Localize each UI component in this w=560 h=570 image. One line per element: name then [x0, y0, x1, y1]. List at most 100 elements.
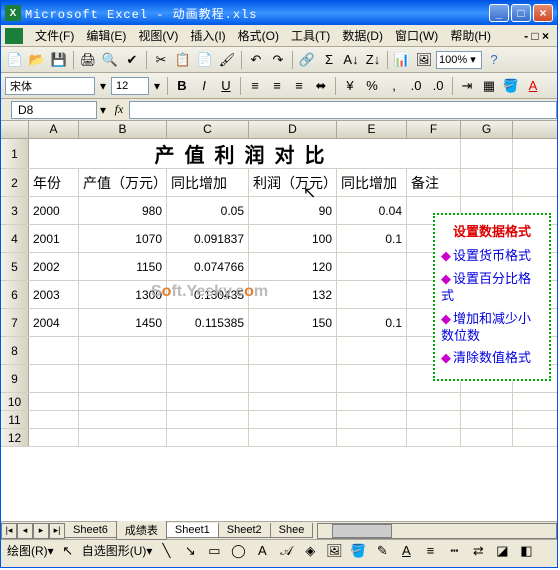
cell[interactable] [79, 411, 167, 428]
3d-icon[interactable]: ◧ [516, 541, 536, 561]
spell-icon[interactable]: ✔ [122, 50, 142, 70]
tab-first-icon[interactable]: |◂ [1, 523, 17, 539]
italic-icon[interactable]: I [194, 76, 214, 96]
cell[interactable]: 1300 [79, 281, 167, 308]
tab-last-icon[interactable]: ▸| [49, 523, 65, 539]
cell[interactable]: 1070 [79, 225, 167, 252]
row-header-1[interactable]: 1 [1, 139, 29, 168]
fontcolor2-icon[interactable]: A [396, 541, 416, 561]
minimize-button[interactable]: _ [489, 4, 509, 22]
underline-icon[interactable]: U [216, 76, 236, 96]
cell[interactable]: 0.04 [337, 197, 407, 224]
cell[interactable] [167, 393, 249, 410]
cell[interactable] [29, 429, 79, 446]
tab-next-icon[interactable]: ▸ [33, 523, 49, 539]
undo-icon[interactable]: ↶ [246, 50, 266, 70]
cell[interactable]: 2004 [29, 309, 79, 336]
header-output[interactable]: 产值（万元） [79, 169, 167, 196]
cell[interactable] [337, 411, 407, 428]
drawing-icon[interactable]: 🖼 [414, 50, 434, 70]
print-icon[interactable]: 🖨 [78, 50, 98, 70]
formula-input[interactable] [129, 101, 557, 119]
col-header-e[interactable]: E [337, 121, 407, 138]
merge-icon[interactable]: ⬌ [311, 76, 331, 96]
cell[interactable]: 980 [79, 197, 167, 224]
cell[interactable] [337, 365, 407, 392]
cell[interactable] [29, 411, 79, 428]
menu-view[interactable]: 视图(V) [132, 25, 184, 46]
row-header-2[interactable]: 2 [1, 169, 29, 196]
cell[interactable] [407, 393, 461, 410]
open-icon[interactable]: 📂 [27, 50, 47, 70]
name-box[interactable]: D8 [11, 101, 97, 119]
copy-icon[interactable]: 📋 [173, 50, 193, 70]
row-header-6[interactable]: 6 [1, 281, 29, 308]
maximize-button[interactable]: □ [511, 4, 531, 22]
cell[interactable] [337, 393, 407, 410]
redo-icon[interactable]: ↷ [268, 50, 288, 70]
border-icon[interactable]: ▦ [479, 76, 499, 96]
tab-prev-icon[interactable]: ◂ [17, 523, 33, 539]
font-combo[interactable]: 宋体 [5, 77, 95, 95]
cell[interactable] [167, 365, 249, 392]
cell[interactable]: 0.115385 [167, 309, 249, 336]
save-icon[interactable]: 💾 [49, 50, 69, 70]
cell[interactable] [337, 337, 407, 364]
cell[interactable] [249, 429, 337, 446]
align-center-icon[interactable]: ≡ [267, 76, 287, 96]
cell[interactable] [461, 429, 513, 446]
col-header-d[interactable]: D [249, 121, 337, 138]
cell[interactable]: 1450 [79, 309, 167, 336]
row-header-5[interactable]: 5 [1, 253, 29, 280]
cell[interactable] [337, 281, 407, 308]
cell[interactable] [167, 429, 249, 446]
diagram-icon[interactable]: ◈ [300, 541, 320, 561]
currency-icon[interactable]: ¥ [340, 76, 360, 96]
comma-icon[interactable]: , [384, 76, 404, 96]
cell[interactable]: 120 [249, 253, 337, 280]
header-note[interactable]: 备注 [407, 169, 461, 196]
cell[interactable]: 2002 [29, 253, 79, 280]
cell[interactable] [249, 365, 337, 392]
autoshape-menu[interactable]: 自选图形(U)▾ [82, 542, 153, 559]
dash-icon[interactable]: ┅ [444, 541, 464, 561]
new-icon[interactable]: 📄 [5, 50, 25, 70]
sheet-tab[interactable]: Sheet6 [64, 523, 117, 538]
textbox-icon[interactable]: A [252, 541, 272, 561]
lineweight-icon[interactable]: ≡ [420, 541, 440, 561]
oval-icon[interactable]: ◯ [228, 541, 248, 561]
col-header-b[interactable]: B [79, 121, 167, 138]
menu-edit[interactable]: 编辑(E) [80, 25, 132, 46]
percent-icon[interactable]: % [362, 76, 382, 96]
arrowstyle-icon[interactable]: ⇄ [468, 541, 488, 561]
cell[interactable]: 0.1 [337, 309, 407, 336]
link-icon[interactable]: 🔗 [297, 50, 317, 70]
linecolor-icon[interactable]: ✎ [372, 541, 392, 561]
cell[interactable]: 0.074766 [167, 253, 249, 280]
cell[interactable]: 90 [249, 197, 337, 224]
menu-format[interactable]: 格式(O) [232, 25, 285, 46]
col-header-a[interactable]: A [29, 121, 79, 138]
cell[interactable] [461, 411, 513, 428]
sheet-tab[interactable]: Shee [270, 523, 314, 538]
sheet-tab[interactable]: 成绩表 [116, 521, 167, 540]
font-color-icon[interactable]: A [523, 76, 543, 96]
namebox-dropdown-icon[interactable]: ▾ [97, 103, 109, 117]
cell[interactable] [79, 337, 167, 364]
cell[interactable] [337, 429, 407, 446]
chart-icon[interactable]: 📊 [392, 50, 412, 70]
row-header-11[interactable]: 11 [1, 411, 29, 428]
col-header-f[interactable]: F [407, 121, 461, 138]
cell[interactable]: 2003 [29, 281, 79, 308]
dec-decimal-icon[interactable]: .0 [428, 76, 448, 96]
fx-icon[interactable]: fx [109, 102, 129, 117]
header-inc2[interactable]: 同比增加 [337, 169, 407, 196]
row-header-7[interactable]: 7 [1, 309, 29, 336]
cell[interactable] [249, 393, 337, 410]
help-icon[interactable]: ? [484, 50, 504, 70]
menu-window[interactable]: 窗口(W) [389, 25, 444, 46]
zoom-dropdown-icon[interactable]: ▾ [467, 53, 479, 66]
cell[interactable]: 0.1 [337, 225, 407, 252]
cell[interactable] [461, 139, 513, 168]
menu-help[interactable]: 帮助(H) [444, 25, 497, 46]
